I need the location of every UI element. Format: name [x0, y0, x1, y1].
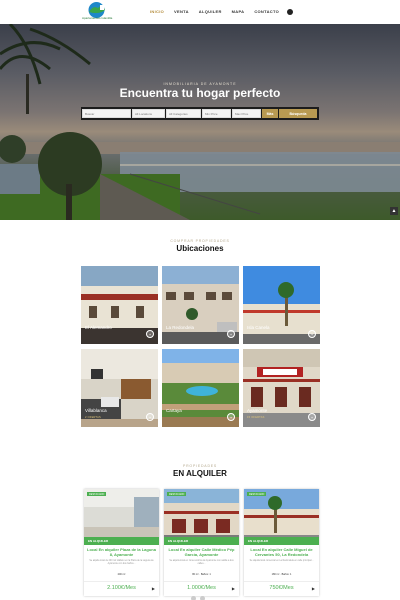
hero-landscape-image	[0, 24, 400, 220]
arrow-right-icon[interactable]: ▶	[232, 586, 235, 591]
status-badge: EN ALQUILER	[84, 537, 159, 545]
nav-inicio[interactable]: INICIO	[150, 9, 164, 14]
location-count: 15 OFERTAS	[247, 416, 265, 419]
property-title[interactable]: Local En alquiler Calle Miguel de Cervan…	[247, 547, 316, 557]
rental-card[interactable]: DESTACADO EN ALQUILER Local En alquiler …	[84, 489, 159, 596]
featured-badge: DESTACADO	[247, 492, 267, 496]
property-description: Se alquila local comercial en La Redonde…	[249, 560, 314, 562]
location-tile[interactable]: Isla Canela +	[243, 266, 320, 344]
rental-card[interactable]: DESTACADO EN ALQUILER Local En alquiler …	[244, 489, 319, 596]
location-name: Ayamonte	[247, 408, 268, 413]
status-badge: EN ALQUILER	[244, 537, 319, 545]
card-footer: 750€/Mes ▶	[244, 581, 319, 596]
carousel-dots	[191, 596, 205, 600]
location-tile[interactable]: Cartaya +	[162, 349, 239, 427]
property-price: 1.000€/Mes	[187, 585, 216, 591]
location-tile[interactable]: El Alemandro +	[81, 266, 158, 344]
featured-badge: DESTACADO	[167, 492, 187, 496]
rental-card[interactable]: DESTACADO EN ALQUILER Local En alquiler …	[164, 489, 239, 596]
more-filters-button[interactable]: Más	[262, 109, 278, 118]
property-meta: 200 m²	[117, 573, 126, 576]
rentals-title: EN ALQUILER	[173, 469, 227, 478]
nav-mapa[interactable]: MAPA	[232, 9, 245, 14]
location-name: Isla Canela	[247, 325, 270, 330]
scroll-up-icon[interactable]: ▲	[390, 207, 398, 215]
property-price: 750€/Mes	[269, 585, 294, 591]
location-count: 2 OFERTAS	[85, 416, 101, 419]
property-description: Se alquila local de 200 m2 diáfano en la…	[89, 560, 154, 565]
carousel-dot[interactable]	[200, 596, 205, 600]
keyword-input[interactable]: Buscar	[82, 109, 131, 118]
plus-icon[interactable]: +	[227, 413, 235, 421]
site-header: Apartamentos Islantilla INICIO VENTA ALQ…	[0, 0, 400, 24]
location-tile[interactable]: La Redondela +	[162, 266, 239, 344]
featured-badge: DESTACADO	[87, 492, 107, 496]
location-name: La Redondela	[166, 325, 195, 330]
nav-contacto[interactable]: CONTACTO	[254, 9, 279, 14]
carousel-dot[interactable]	[191, 596, 196, 600]
card-footer: 1.000€/Mes ▶	[164, 581, 239, 596]
property-meta: 180 m² · Baños: 1	[271, 573, 292, 576]
plus-icon[interactable]: +	[308, 413, 316, 421]
plus-icon[interactable]: +	[308, 330, 316, 338]
rentals-kicker: PROPIEDADES	[182, 464, 218, 468]
category-select[interactable]: All Categories	[166, 109, 201, 118]
search-button[interactable]: Búsqueda	[279, 109, 317, 118]
location-select[interactable]: All Locations	[132, 109, 165, 118]
location-name: El Alemandro	[85, 325, 112, 330]
location-tile[interactable]: Ayamonte 15 OFERTAS +	[243, 349, 320, 427]
property-meta: 80 m² · Baños: 1	[192, 573, 211, 576]
arrow-right-icon[interactable]: ▶	[152, 586, 155, 591]
locations-kicker: COMPRAR PROPIEDADES	[170, 239, 230, 243]
location-name: Villablanca	[85, 408, 107, 413]
property-search-bar: Buscar All Locations All Categories Min …	[81, 107, 319, 120]
max-price-select[interactable]: Max Price	[232, 109, 261, 118]
hero-title: Encuentra tu hogar perfecto	[119, 86, 281, 100]
location-name: Cartaya	[166, 408, 182, 413]
nav-venta[interactable]: VENTA	[174, 9, 189, 14]
hero-banner: INMOBILIARIA DE AYAMONTE Encuentra tu ho…	[0, 24, 400, 220]
property-title[interactable]: Local En alquiler Plaza de la Laguna 8, …	[87, 547, 156, 557]
arrow-right-icon[interactable]: ▶	[312, 586, 315, 591]
property-description: Se alquila local en zona céntrica de Aya…	[169, 560, 234, 565]
plus-icon[interactable]: +	[227, 330, 235, 338]
card-footer: 2.100€/Mes ▶	[84, 581, 159, 596]
location-tile[interactable]: Villablanca 2 OFERTAS +	[81, 349, 158, 427]
plus-icon[interactable]: +	[146, 330, 154, 338]
locations-title: Ubicaciones	[176, 244, 224, 253]
property-price: 2.100€/Mes	[107, 585, 136, 591]
nav-alquiler[interactable]: ALQUILER	[199, 9, 222, 14]
property-title[interactable]: Local En alquiler Calle Médico Pép Garcí…	[167, 547, 236, 557]
main-nav: INICIO VENTA ALQUILER MAPA CONTACTO	[150, 9, 279, 14]
status-badge: EN ALQUILER	[164, 537, 239, 545]
logo-text: Apartamentos Islantilla	[82, 16, 113, 20]
plus-icon[interactable]: +	[146, 413, 154, 421]
instagram-icon[interactable]	[287, 9, 293, 15]
min-price-select[interactable]: Min Price	[202, 109, 231, 118]
